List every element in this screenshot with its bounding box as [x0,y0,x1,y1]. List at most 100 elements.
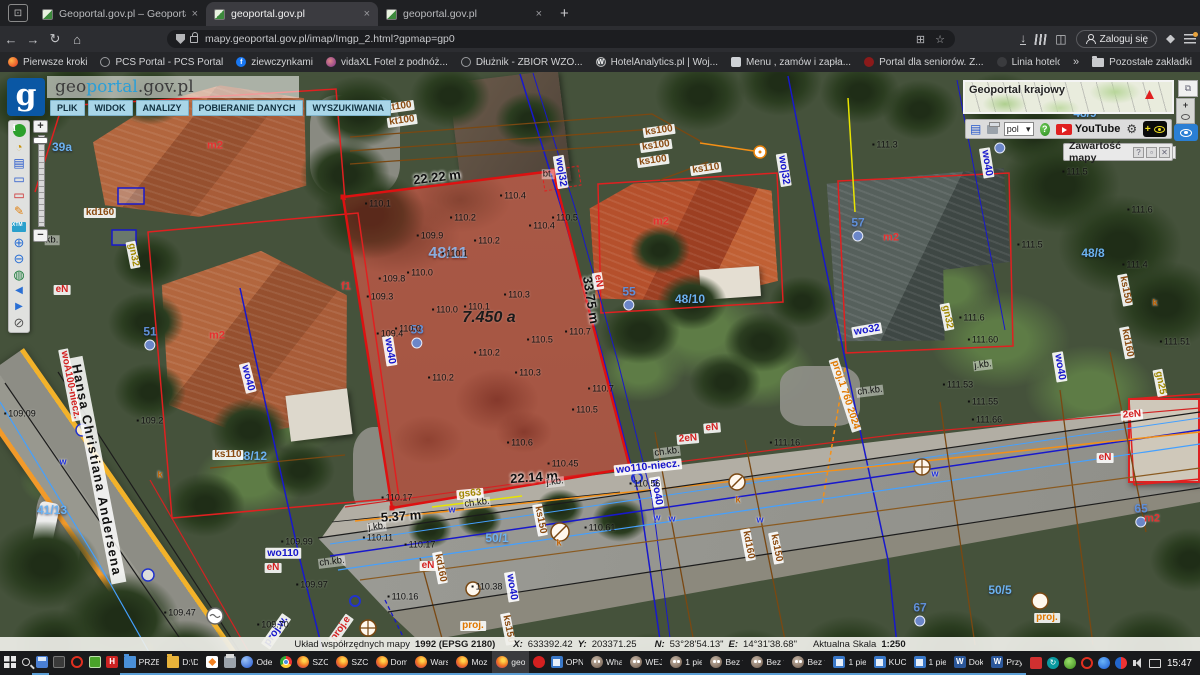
browser-tab-3[interactable]: geoportal.gov.pl× [378,2,550,26]
contrast-toggle[interactable]: + [1143,121,1167,137]
youtube-button[interactable]: YouTube [1056,123,1120,135]
bookmark-item-4[interactable]: vidaXL Fotel z podnóż... [326,57,448,68]
tab-close-icon[interactable]: × [536,8,542,20]
previous-view-tool[interactable]: ◀ [11,283,27,298]
map-canvas[interactable]: Hansa Christiana Andersena22.22 m33.75 m… [0,72,1200,651]
taskbar-green-app[interactable] [85,651,103,675]
taskbar-task-gimp[interactable]: Wha... [587,651,626,675]
bookmark-item-6[interactable]: WHotelAnalytics.pl | Woj... [596,57,718,68]
taskbar-clock[interactable]: 15:47 [1167,658,1200,669]
browser-tab-1[interactable]: Geoportal.gov.pl – Geoportal In× [34,2,206,26]
save-to-collection-icon[interactable]: ⊞ [916,33,925,46]
tray-red-tray-icon[interactable] [1030,657,1042,669]
taskbar-start[interactable] [0,651,18,675]
taskbar-task-paint-blue[interactable]: OPN... [547,651,587,675]
taskbar-task-firefox[interactable]: SZC... [293,651,332,675]
tab-close-icon[interactable]: × [364,8,370,20]
bookmark-item-1[interactable]: Pierwsze kroki [8,57,87,68]
taskbar-task-word[interactable]: Dok... [950,651,988,675]
back-icon[interactable]: ← [0,32,22,47]
overview-minimap[interactable]: Geoportal krajowy [963,80,1174,114]
full-extent-tool[interactable]: ◍ [11,267,27,282]
taskbar-task-firefox[interactable]: Wars... [411,651,452,675]
taskbar-chrome[interactable] [276,651,294,675]
menu-item-wyszukiwania[interactable]: WYSZUKIWANIA [306,100,392,116]
menu-item-analizy[interactable]: ANALIZY [136,100,189,116]
bookmark-item-8[interactable]: Portal dla seniorów. Z... [864,57,984,68]
print-icon[interactable] [987,125,997,134]
login-button[interactable]: Zaloguj się [1076,30,1157,48]
tray-blue-tray-icon[interactable] [1098,657,1110,669]
clear-selection-tool[interactable]: ⊘ [11,315,27,330]
taskbar-task-folder-yellow[interactable]: D:\D... [163,651,202,675]
taskbar-task-firefox[interactable]: geo... [492,651,529,675]
visibility-eye-button[interactable] [1174,124,1198,141]
panel-close-button[interactable]: ✕ [1159,147,1170,158]
zoom-slider-track[interactable] [38,135,45,227]
downloads-icon[interactable]: ↓ [1020,33,1026,45]
favorite-star-icon[interactable]: ☆ [935,33,945,46]
taskbar-task-firefox[interactable]: SZC... [332,651,371,675]
panel-help-button[interactable]: ? [1133,147,1144,158]
taskbar-console[interactable] [49,651,67,675]
info-tool[interactable]: i [11,123,27,138]
draw-measure-tool[interactable]: ✎ [11,203,27,218]
opera-tray-icon[interactable] [1081,657,1093,669]
map-contents-panel[interactable]: Zawartość mapy ? ▫ ✕ [1063,143,1173,161]
other-bookmarks-button[interactable]: Pozostałe zakładki [1092,57,1192,68]
next-view-tool[interactable]: ▶ [11,299,27,314]
attribute-table-tool[interactable]: ▤ [11,155,27,170]
taskbar-task-folder-blue[interactable]: PRZE... [120,651,164,675]
collections-icon[interactable] [1035,34,1048,45]
taskbar-printer[interactable] [220,651,238,675]
taskbar-floppy[interactable] [32,651,50,675]
taskbar-task-gimp[interactable]: WEJ... [626,651,666,675]
tray-sync-tray-icon[interactable] [1047,657,1059,669]
zoom-in-tool[interactable]: ⊕ [11,235,27,250]
taskbar-task-word[interactable]: Przy... [987,651,1026,675]
gear-icon[interactable]: ⚙ [1126,122,1137,136]
layers-list-icon[interactable]: ▤ [970,122,981,136]
menu-item-pobieranie-danych[interactable]: POBIERANIE DANYCH [192,100,303,116]
taskbar-task-paint-blue[interactable]: 1 pie... [910,651,950,675]
taskbar-task-gimp[interactable]: Bez t... [747,651,788,675]
select-area-tool[interactable]: ▭ [11,171,27,186]
new-tab-button[interactable]: + [560,5,569,22]
taskbar-search[interactable] [18,651,32,675]
taskbar-task-blue-ball[interactable]: Ode... [237,651,275,675]
zoom-slider[interactable]: + − [33,120,49,242]
zoom-out-tool[interactable]: ⊖ [11,251,27,266]
tab-actions-menu-icon[interactable]: ⊡ [8,4,28,22]
bookmark-item-7[interactable]: Menu , zamów i zapła... [731,57,851,68]
split-screen-icon[interactable]: ◫ [1055,32,1066,46]
select-area-red-tool[interactable]: ▭ [11,187,27,202]
tracking-shield-icon[interactable] [176,34,185,44]
tray-green-tray-icon[interactable] [1064,657,1076,669]
taskbar-task-gimp[interactable]: 1 pie... [666,651,706,675]
taskbar-task-gimp[interactable]: Bez t... [788,651,829,675]
address-bar[interactable]: mapy.geoportal.gov.pl/imap/Imgp_2.html?g… [167,30,955,48]
taskbar-task-firefox[interactable]: Dom... [372,651,412,675]
zoom-slider-handle[interactable] [33,137,48,144]
language-select[interactable]: pol▾ [1004,122,1034,136]
tray-multi-tray-icon[interactable] [1115,657,1127,669]
taskbar-opera[interactable] [67,651,85,675]
history-tool[interactable]: ◔ [11,139,27,154]
taskbar-task-firefox[interactable]: Mozi... [452,651,492,675]
extension-icon[interactable] [1166,35,1175,44]
bookmark-item-3[interactable]: fziewczynkami [236,57,313,68]
home-icon[interactable]: ⌂ [66,32,88,47]
menu-item-plik[interactable]: PLIK [50,100,85,116]
reload-icon[interactable]: ↻ [44,31,66,47]
tab-close-icon[interactable]: × [192,8,198,20]
taskbar-task-gimp[interactable]: Bez t... [706,651,747,675]
forward-icon[interactable]: → [22,32,44,47]
bookmarks-overflow-icon[interactable]: » [1073,56,1079,68]
bookmark-item-2[interactable]: PCS Portal - PCS Portal [100,57,223,68]
browser-menu-icon[interactable] [1184,34,1196,44]
lock-icon[interactable] [190,36,198,43]
bookmark-item-5[interactable]: Dłużnik - ZBIÓR WZO... [461,57,583,68]
zoom-out-button[interactable]: − [33,229,48,242]
taskbar-task-paint-blue[interactable]: KUC... [870,651,910,675]
geoportal-logo[interactable]: g [7,78,45,116]
